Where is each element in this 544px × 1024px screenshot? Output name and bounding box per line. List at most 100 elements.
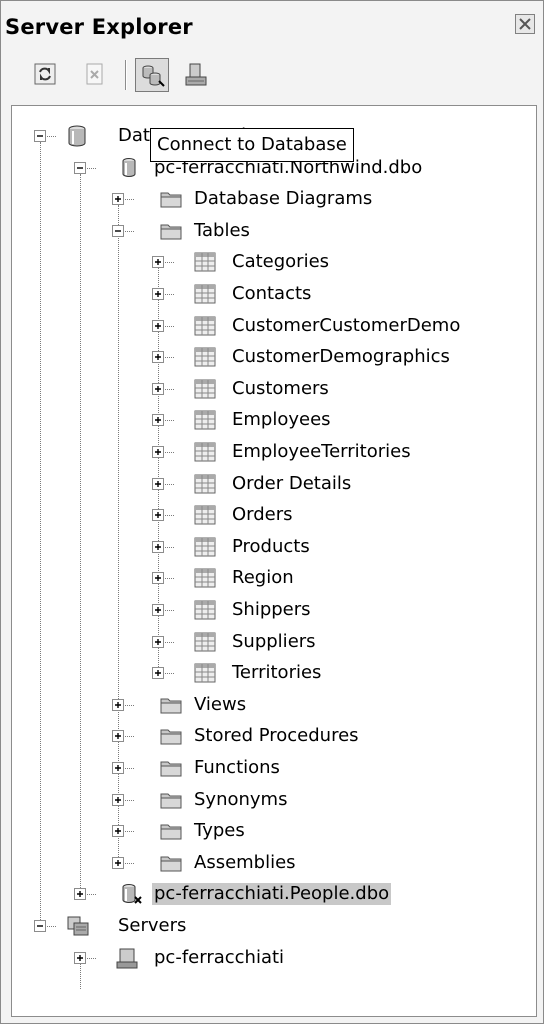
tree-server-item-expander[interactable]	[74, 952, 86, 964]
tree-table-item-label: CustomerCustomerDemo	[232, 315, 461, 336]
expand-icon	[155, 291, 161, 297]
tree-folder-item[interactable]	[0, 817, 544, 845]
tree-database-diagrams-label: Database Diagrams	[194, 188, 373, 209]
tree-connector	[87, 958, 96, 959]
expand-icon	[115, 196, 121, 202]
close-icon	[519, 18, 531, 30]
folder-icon	[160, 757, 182, 779]
tree-table-item-label: Suppliers	[232, 631, 316, 652]
tree-table-item-label: Region	[232, 567, 294, 588]
tree-table-item-expander[interactable]	[152, 320, 164, 332]
table-icon	[194, 631, 216, 653]
expand-icon	[155, 449, 161, 455]
tree-table-item-expander[interactable]	[152, 541, 164, 553]
tree-table-item-expander[interactable]	[152, 256, 164, 268]
tree-table-item-expander[interactable]	[152, 446, 164, 458]
tree-folder-item-expander[interactable]	[112, 825, 124, 837]
title-bar: Server Explorer	[3, 3, 541, 41]
folder-icon	[160, 694, 182, 716]
tree-table-item-expander[interactable]	[152, 604, 164, 616]
tree-connector	[47, 926, 56, 927]
tree-connector	[165, 262, 174, 263]
table-icon	[194, 283, 216, 305]
connect-to-server-button[interactable]	[179, 58, 213, 92]
table-icon	[194, 504, 216, 526]
table-icon	[194, 536, 216, 558]
tree-table-item-expander[interactable]	[152, 383, 164, 395]
tree-folder-item-label: Stored Procedures	[194, 725, 359, 746]
tree-table-item-label: Territories	[232, 662, 322, 683]
connect-database-icon	[142, 65, 165, 87]
expand-icon	[155, 259, 161, 265]
tree-northwind-connection-expander[interactable]	[74, 162, 86, 174]
tree-tables[interactable]	[0, 217, 544, 245]
expand-icon	[155, 639, 161, 645]
tree-table-item-label: CustomerDemographics	[232, 346, 450, 367]
expand-icon	[155, 544, 161, 550]
tree-table-item-expander[interactable]	[152, 414, 164, 426]
database-icon	[66, 125, 88, 147]
table-icon	[194, 346, 216, 368]
folder-icon	[160, 725, 182, 747]
tree-table-item-expander[interactable]	[152, 636, 164, 648]
expand-icon	[155, 323, 161, 329]
tree-data-connections-expander[interactable]	[34, 130, 46, 142]
tree-connector	[125, 199, 134, 200]
collapse-icon	[37, 925, 43, 927]
tree-table-item-expander[interactable]	[152, 351, 164, 363]
tree-connector	[87, 168, 96, 169]
table-icon	[194, 315, 216, 337]
expand-icon	[77, 891, 83, 897]
refresh-button[interactable]	[29, 58, 63, 92]
tree-folder-item-expander[interactable]	[112, 794, 124, 806]
tree-folder-item-expander[interactable]	[112, 730, 124, 742]
tree-folder-item-expander[interactable]	[112, 857, 124, 869]
tree-people-connection-expander[interactable]	[74, 888, 86, 900]
tree-folder-item-label: Functions	[194, 757, 280, 778]
table-icon	[194, 409, 216, 431]
tree-connector	[165, 326, 174, 327]
tree-connector	[125, 705, 134, 706]
tooltip: Connect to Database	[150, 128, 354, 162]
folder-icon	[160, 820, 182, 842]
toolbar	[9, 56, 537, 100]
toolbar-separator	[125, 60, 126, 90]
tree-folder-item[interactable]	[0, 691, 544, 719]
tree-table-item-expander[interactable]	[152, 288, 164, 300]
close-button[interactable]	[515, 14, 535, 34]
folder-icon	[160, 789, 182, 811]
tree-servers-expander[interactable]	[34, 920, 46, 932]
tree-connector	[125, 768, 134, 769]
tree-connector	[165, 610, 174, 611]
stop-refresh-button[interactable]	[79, 58, 113, 92]
server-icon	[116, 947, 138, 969]
tree-table-item-expander[interactable]	[152, 509, 164, 521]
tree-connector	[87, 894, 96, 895]
tree-database-diagrams-expander[interactable]	[112, 193, 124, 205]
expand-icon	[115, 828, 121, 834]
tree-folder-item-expander[interactable]	[112, 699, 124, 711]
tree-table-item-label: Order Details	[232, 473, 352, 494]
tree-table-item-label: EmployeeTerritories	[232, 441, 411, 462]
tree-table-item-expander[interactable]	[152, 478, 164, 490]
tree-connector	[165, 547, 174, 548]
servers-icon	[66, 915, 89, 937]
connect-to-database-button[interactable]	[135, 58, 169, 92]
tree-people-connection-label: pc-ferracchiati.People.dbo	[152, 883, 392, 905]
table-icon	[194, 378, 216, 400]
tree-connector	[165, 642, 174, 643]
expand-icon	[155, 354, 161, 360]
tree-table-item-expander[interactable]	[152, 572, 164, 584]
expand-icon	[77, 955, 83, 961]
tree-tables-expander[interactable]	[112, 225, 124, 237]
tree-connector	[165, 452, 174, 453]
tree-connector	[165, 420, 174, 421]
tree-server-item-label: pc-ferracchiati	[154, 947, 285, 968]
expand-icon	[115, 797, 121, 803]
tree-folder-item-expander[interactable]	[112, 762, 124, 774]
folder-icon	[160, 220, 182, 242]
tree-table-item-label: Products	[232, 536, 310, 557]
expand-icon	[155, 417, 161, 423]
tree-servers-label: Servers	[118, 915, 187, 936]
tree-table-item-expander[interactable]	[152, 667, 164, 679]
